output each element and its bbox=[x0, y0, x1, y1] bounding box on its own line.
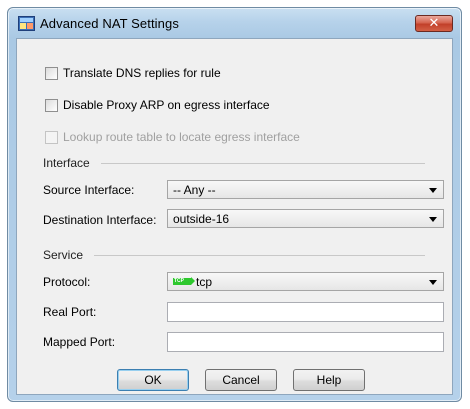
window-title: Advanced NAT Settings bbox=[40, 16, 179, 31]
destination-interface-value: outside-16 bbox=[173, 211, 230, 226]
source-interface-label: Source Interface: bbox=[43, 183, 135, 197]
help-button[interactable]: Help bbox=[293, 369, 365, 391]
translate-dns-label: Translate DNS replies for rule bbox=[63, 66, 221, 80]
source-interface-value: -- Any -- bbox=[173, 182, 216, 197]
ok-button[interactable]: OK bbox=[117, 369, 189, 391]
tcp-protocol-icon: TCP bbox=[173, 277, 195, 285]
interface-group-divider bbox=[101, 163, 425, 164]
interface-group-title: Interface bbox=[43, 156, 90, 170]
close-button[interactable]: ✕ bbox=[415, 15, 453, 32]
chevron-down-icon bbox=[429, 217, 437, 222]
asdm-app-icon bbox=[18, 16, 35, 31]
destination-interface-label: Destination Interface: bbox=[43, 213, 157, 227]
title-bar[interactable]: Advanced NAT Settings ✕ bbox=[8, 8, 461, 38]
advanced-nat-settings-dialog: Advanced NAT Settings ✕ Translate DNS re… bbox=[7, 7, 462, 402]
lookup-route-checkbox bbox=[45, 130, 58, 144]
protocol-select[interactable]: TCP tcp bbox=[167, 272, 444, 291]
real-port-input[interactable] bbox=[167, 302, 444, 322]
protocol-value: tcp bbox=[196, 274, 213, 289]
real-port-label: Real Port: bbox=[43, 305, 97, 319]
destination-interface-select[interactable]: outside-16 bbox=[167, 209, 444, 228]
source-interface-select[interactable]: -- Any -- bbox=[167, 180, 444, 199]
disable-proxy-arp-checkbox[interactable] bbox=[45, 98, 58, 112]
disable-proxy-arp-label: Disable Proxy ARP on egress interface bbox=[63, 98, 270, 112]
protocol-label: Protocol: bbox=[43, 275, 91, 289]
translate-dns-checkbox[interactable] bbox=[45, 66, 58, 80]
dialog-body: Translate DNS replies for rule Disable P… bbox=[16, 38, 453, 395]
close-icon: ✕ bbox=[428, 15, 440, 30]
mapped-port-label: Mapped Port: bbox=[43, 335, 116, 349]
service-group-divider bbox=[94, 255, 425, 256]
disable-proxy-arp-option[interactable]: Disable Proxy ARP on egress interface bbox=[45, 97, 270, 113]
chevron-down-icon bbox=[429, 188, 437, 193]
chevron-down-icon bbox=[429, 280, 437, 285]
cancel-button[interactable]: Cancel bbox=[205, 369, 277, 391]
lookup-route-label: Lookup route table to locate egress inte… bbox=[63, 130, 300, 144]
lookup-route-option: Lookup route table to locate egress inte… bbox=[45, 129, 300, 145]
service-group-title: Service bbox=[43, 248, 84, 262]
translate-dns-option[interactable]: Translate DNS replies for rule bbox=[45, 65, 221, 81]
mapped-port-input[interactable] bbox=[167, 332, 444, 352]
